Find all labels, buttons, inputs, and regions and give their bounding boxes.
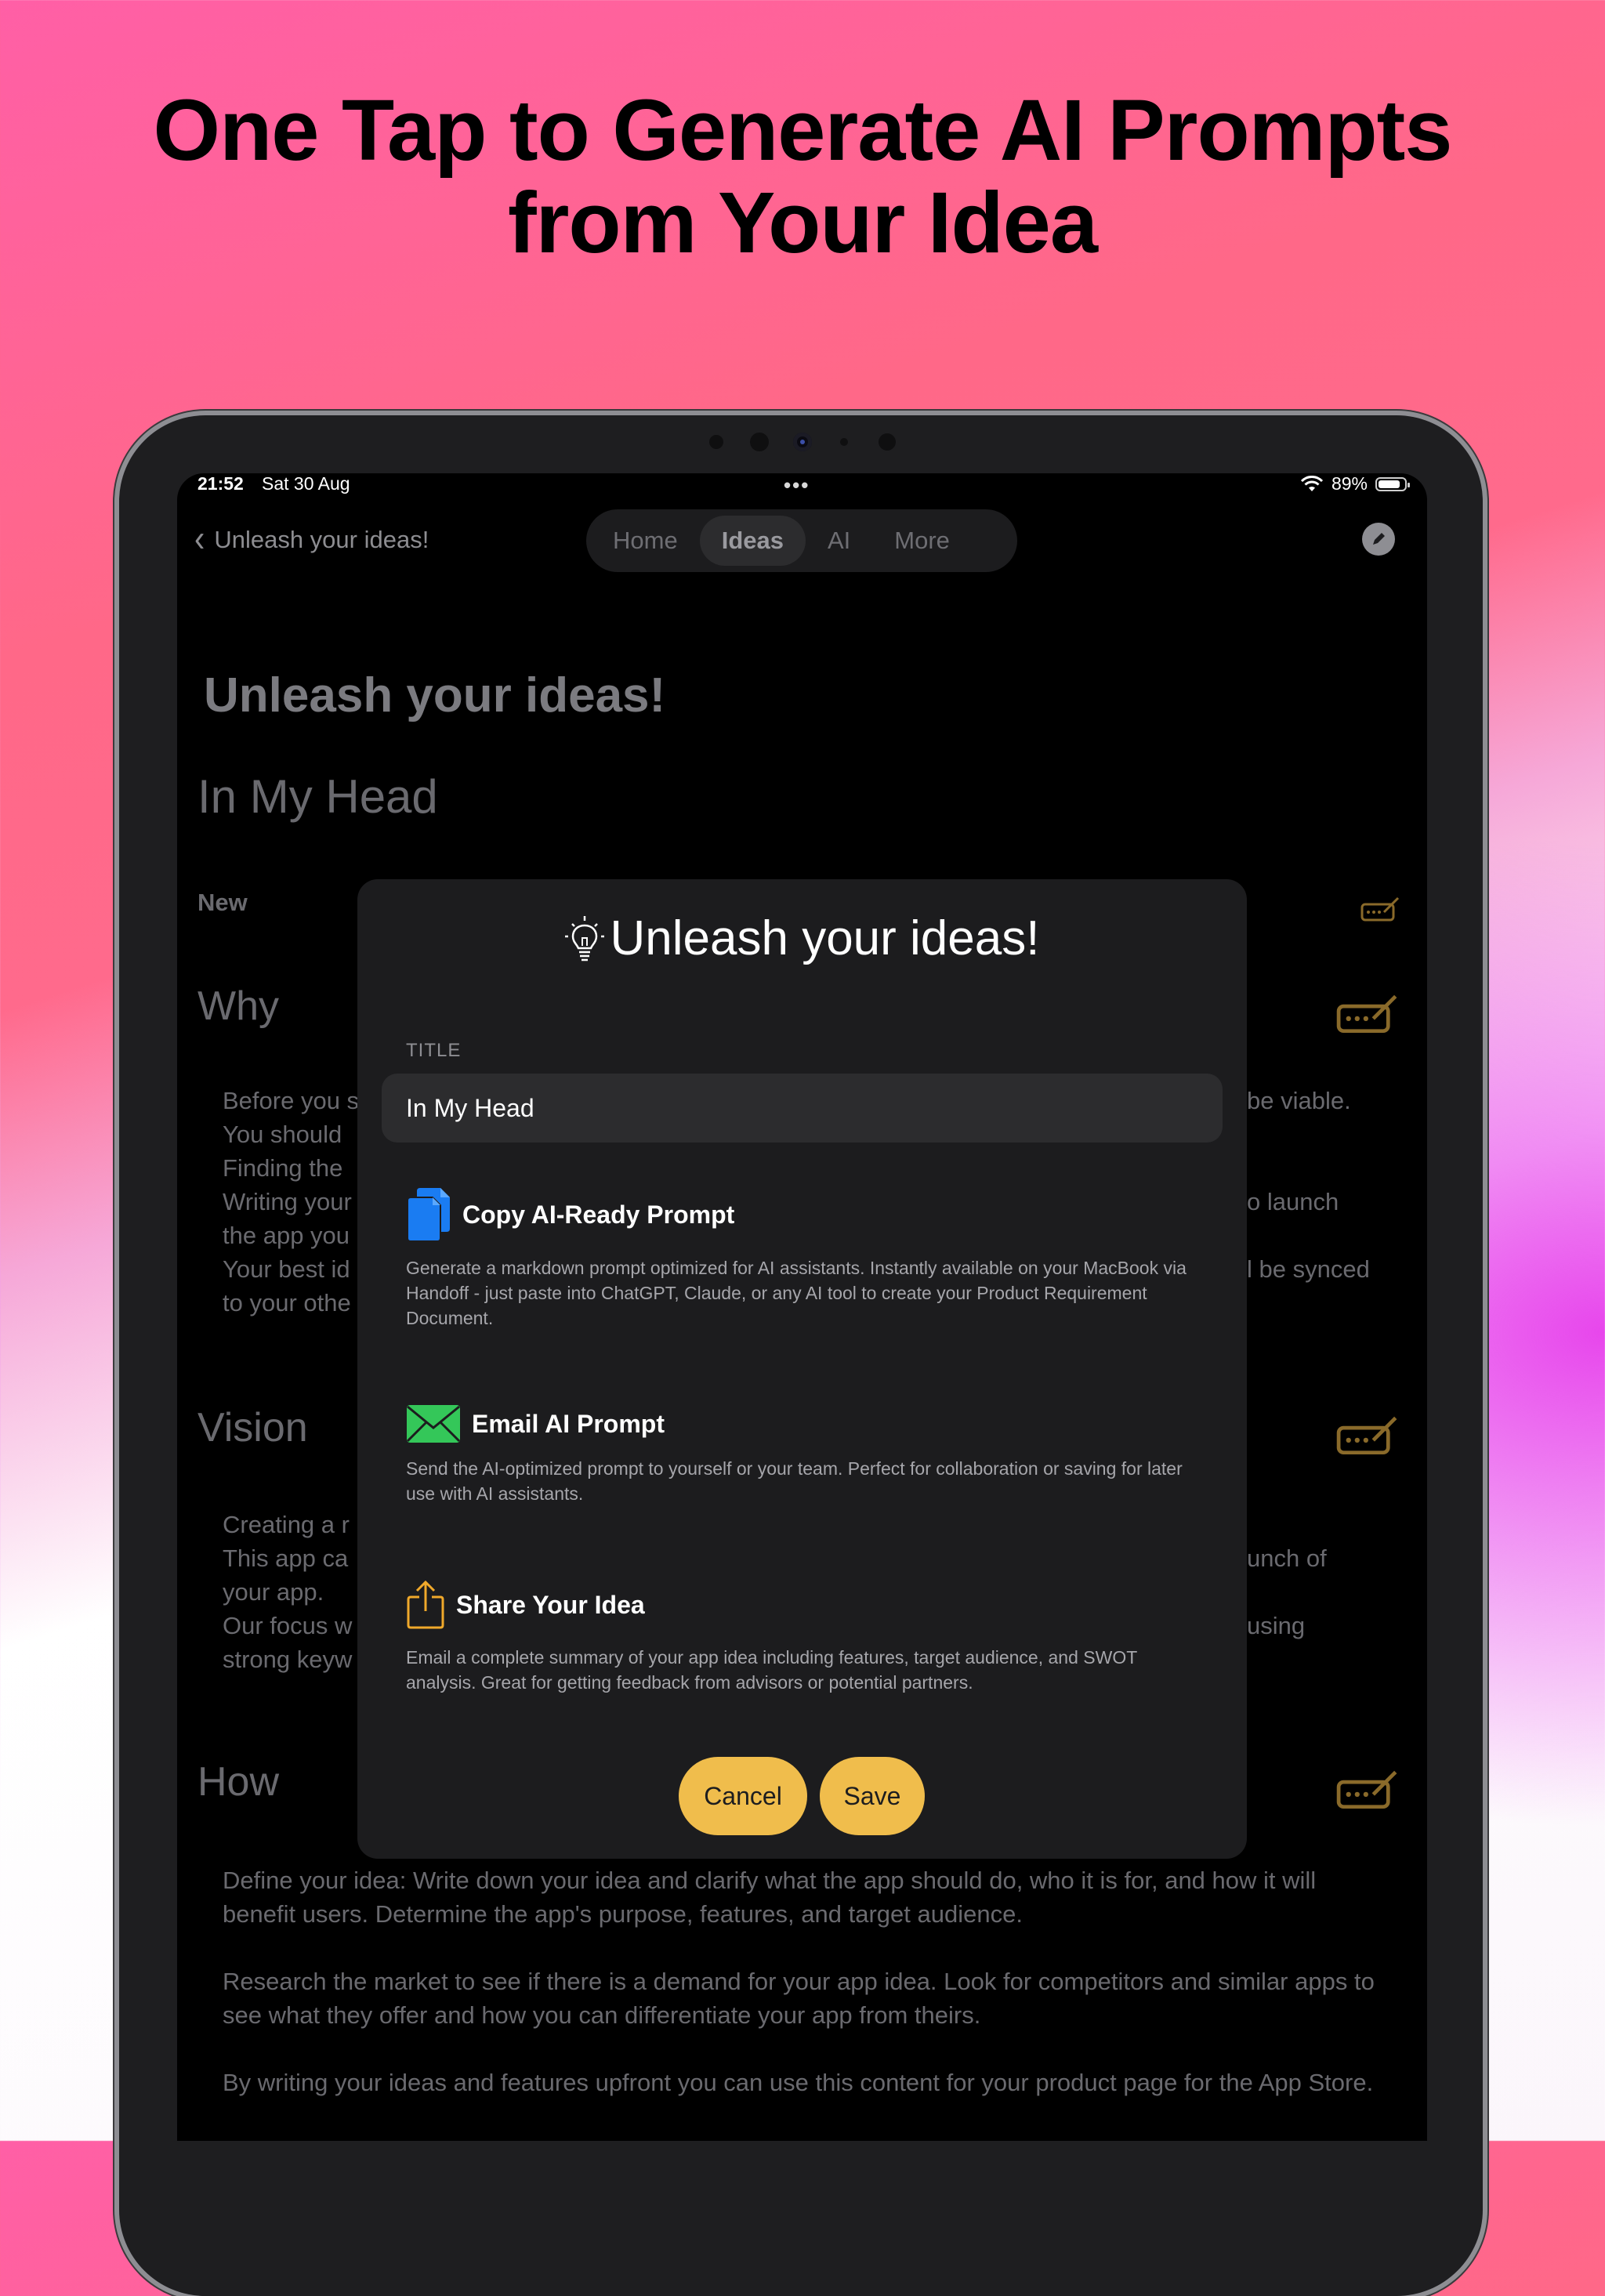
section-vision-heading: Vision [197,1405,308,1450]
why-text-fragment: Writing your [223,1188,352,1215]
edit-signature-icon[interactable] [1335,989,1401,1036]
share-icon [407,1580,444,1629]
sensor-dot [840,438,848,446]
tab-more[interactable]: More [872,516,972,566]
how-paragraph: By writing your ideas and features upfro… [223,2069,1374,2096]
idea-name: In My Head [197,770,438,823]
sensor-dot [879,433,896,451]
pencil-icon [1373,533,1385,545]
vision-text-fragment: using [1247,1612,1306,1639]
back-button[interactable]: ‹ Unleash your ideas! [194,519,429,560]
vision-text-fragment: Creating a r [223,1511,350,1538]
title-input[interactable]: In My Head [382,1074,1223,1143]
title-field-label: TITLE [406,1040,462,1061]
vision-text-fragment: This app ca [223,1545,349,1572]
copy-prompt-description: Generate a markdown prompt optimized for… [406,1258,1187,1328]
why-text-fragment: be viable. [1247,1087,1351,1114]
vision-text-fragment: strong keyw [223,1646,353,1673]
how-paragraph: Define your idea: Write down your idea a… [223,1867,1317,1928]
edit-signature-icon[interactable] [1335,1411,1401,1458]
share-idea-description: Email a complete summary of your app ide… [406,1647,1137,1693]
headline: One Tap to Generate AI Prompts from Your… [0,85,1605,270]
why-text-fragment: You should [223,1121,342,1148]
compose-button[interactable] [1362,523,1395,556]
how-paragraph: Research the market to see if there is a… [223,1968,1375,2029]
tab-ai[interactable]: AI [806,516,872,566]
envelope-icon [406,1405,461,1443]
why-text-fragment: to your othe [223,1289,351,1316]
vision-text-fragment: unch of [1247,1545,1327,1572]
lightbulb-icon [564,915,604,961]
email-prompt-label: Email AI Prompt [472,1409,665,1438]
why-text-fragment: Finding the [223,1154,343,1182]
front-camera [793,433,812,451]
headline-line-2: from Your Idea [507,175,1098,271]
page-title: Unleash your ideas! [204,668,666,722]
edit-signature-icon[interactable] [1335,1765,1401,1812]
edit-signature-icon[interactable] [1360,893,1401,923]
tab-home[interactable]: Home [591,516,700,566]
tab-segmented-control: Home Ideas AI More [586,509,1017,572]
email-prompt-description: Send the AI-optimized prompt to yourself… [406,1458,1183,1504]
headline-line-1: One Tap to Generate AI Prompts [153,82,1453,179]
why-text-fragment: Your best id [223,1255,350,1283]
share-idea-button[interactable]: Share Your Idea [406,1580,645,1630]
sensor-dot [750,433,769,451]
tab-ideas[interactable]: Ideas [699,516,806,566]
sensor-dot [709,435,723,449]
why-text-fragment: o launch [1247,1188,1339,1215]
device-screen: 21:52 Sat 30 Aug ••• 89% ‹ Unleash your … [177,473,1427,2141]
share-idea-label: Share Your Idea [456,1590,645,1619]
vision-text-fragment: Our focus w [223,1612,353,1639]
chevron-left-icon: ‹ [194,518,205,560]
email-prompt-button[interactable]: Email AI Prompt [406,1404,665,1443]
copy-prompt-button[interactable]: Copy AI-Ready Prompt [406,1186,734,1243]
copy-prompt-label: Copy AI-Ready Prompt [462,1200,735,1229]
export-idea-sheet: Unleash your ideas! TITLE In My Head Cop… [357,879,1247,1859]
sheet-title-text: Unleash your ideas! [610,911,1040,965]
section-why-heading: Why [197,983,279,1029]
copy-documents-icon [407,1188,450,1242]
back-button-label: Unleash your ideas! [214,525,429,553]
why-text-fragment: Before you s [223,1087,360,1114]
section-how-heading: How [197,1759,280,1805]
cancel-button[interactable]: Cancel [679,1757,807,1835]
why-text-fragment: the app you [223,1222,350,1249]
device-top-button [1330,410,1404,415]
why-text-fragment: l be synced [1247,1255,1370,1283]
sheet-title: Unleash your ideas! [357,911,1247,966]
save-button[interactable]: Save [820,1757,925,1835]
vision-text-fragment: your app. [223,1578,324,1606]
status-new-label: New [197,889,248,916]
